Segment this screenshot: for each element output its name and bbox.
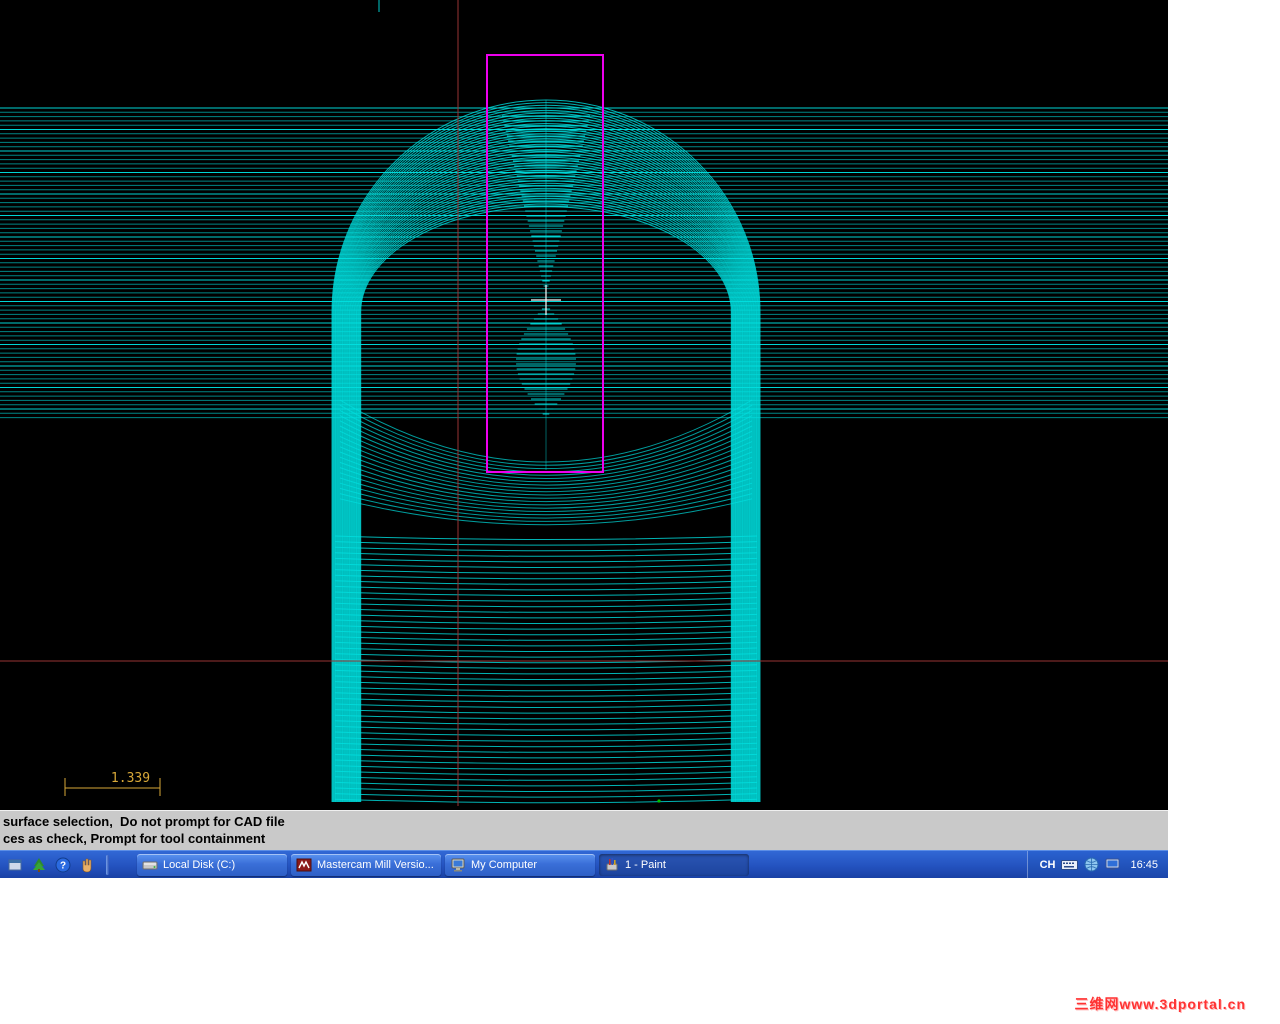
taskbar: ? Local Disk (C:) Mastercam Mill Versio.… (0, 850, 1168, 878)
quick-launch: ? (0, 851, 115, 878)
watermark: 三维网www.3dportal.cn (1074, 996, 1246, 1012)
task-label: Local Disk (C:) (163, 858, 236, 871)
paint-icon (604, 857, 620, 873)
display-icon[interactable] (1105, 858, 1120, 871)
task-label: Mastercam Mill Versio... (317, 858, 434, 871)
screen: 1.339 surface selection, Do not prompt f… (0, 0, 1280, 1024)
system-tray: CH 16:45 (1026, 851, 1168, 878)
dimension-value: 1.339 (111, 771, 150, 786)
task-label: My Computer (471, 858, 538, 871)
hand-icon[interactable] (78, 856, 96, 874)
mastercam-icon (296, 857, 312, 873)
help-icon[interactable]: ? (54, 856, 72, 874)
toolpath-drawing: 1.339 (0, 0, 1168, 806)
prompt-line-1: surface selection, Do not prompt for CAD… (3, 814, 285, 829)
task-buttons: Local Disk (C:) Mastercam Mill Versio...… (137, 851, 749, 878)
taskbar-button-paint[interactable]: 1 - Paint (599, 853, 749, 876)
task-label: 1 - Paint (625, 858, 666, 871)
prompt-line-2: ces as check, Prompt for tool containmen… (3, 831, 266, 846)
svg-text:?: ? (60, 860, 66, 871)
show-desktop-icon[interactable] (6, 856, 24, 874)
keyboard-icon[interactable] (1061, 859, 1079, 871)
taskbar-button-my-computer[interactable]: My Computer (445, 853, 595, 876)
toolbar-divider (106, 854, 109, 875)
taskbar-button-local-disk[interactable]: Local Disk (C:) (137, 853, 287, 876)
globe-icon[interactable] (1084, 857, 1099, 872)
drive-icon (142, 857, 158, 873)
computer-icon (450, 857, 466, 873)
language-indicator[interactable]: CH (1040, 859, 1056, 871)
tree-app-icon[interactable] (30, 856, 48, 874)
prompt-bar: surface selection, Do not prompt for CAD… (0, 810, 1168, 850)
endpoint-marker (657, 799, 661, 803)
clock[interactable]: 16:45 (1130, 859, 1158, 871)
cad-viewport[interactable]: 1.339 (0, 0, 1168, 810)
taskbar-button-mastercam[interactable]: Mastercam Mill Versio... (291, 853, 441, 876)
